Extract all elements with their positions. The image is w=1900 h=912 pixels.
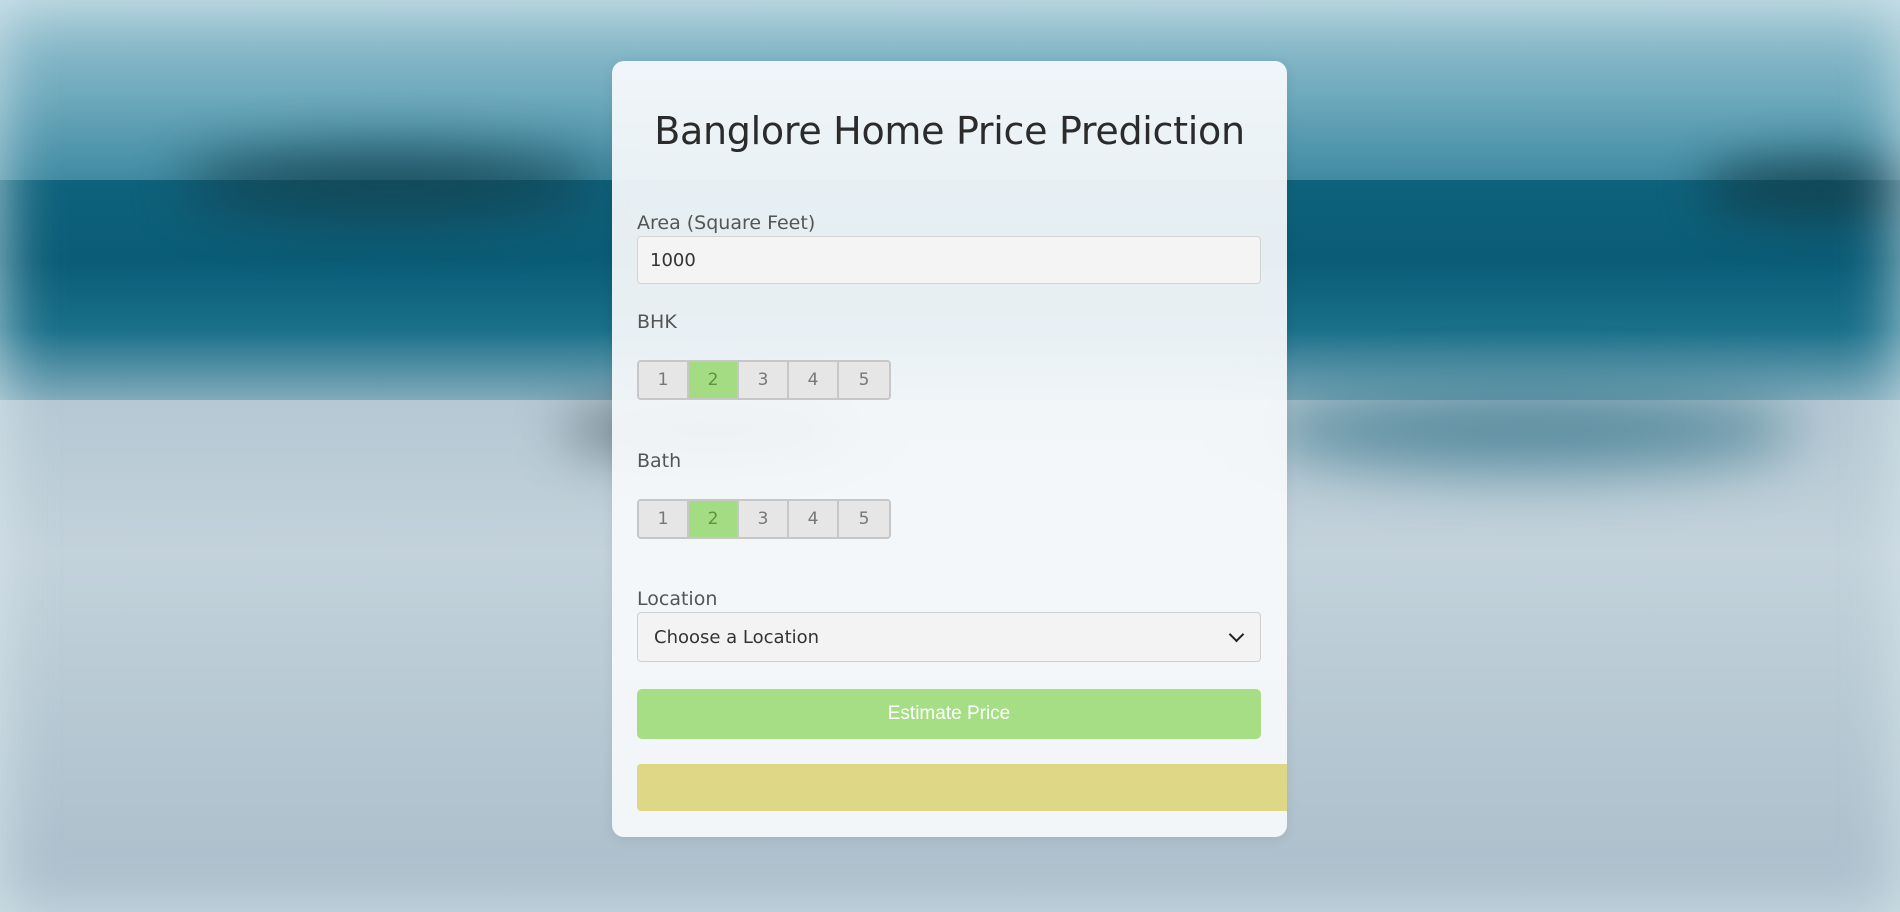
bath-option-3[interactable]: 3 <box>739 501 789 537</box>
bhk-option-5[interactable]: 5 <box>839 362 889 398</box>
bath-option-1[interactable]: 1 <box>639 501 689 537</box>
bhk-option-3[interactable]: 3 <box>739 362 789 398</box>
location-select[interactable]: Choose a Location <box>637 612 1261 662</box>
prediction-form-card: Banglore Home Price Prediction Area (Squ… <box>612 61 1287 837</box>
chevron-down-icon <box>1228 626 1245 643</box>
page-title: Banglore Home Price Prediction <box>654 109 1245 153</box>
bath-label: Bath <box>637 450 682 472</box>
bhk-switch-group: 1 2 3 4 5 <box>637 360 891 400</box>
bath-option-5[interactable]: 5 <box>839 501 889 537</box>
bhk-option-4[interactable]: 4 <box>789 362 839 398</box>
bhk-option-1[interactable]: 1 <box>639 362 689 398</box>
estimate-price-button[interactable]: Estimate Price <box>637 689 1261 739</box>
area-input[interactable]: 1000 <box>637 236 1261 284</box>
bath-option-2[interactable]: 2 <box>689 501 739 537</box>
bhk-label: BHK <box>637 311 677 333</box>
bath-option-4[interactable]: 4 <box>789 501 839 537</box>
location-selected-value: Choose a Location <box>654 626 820 648</box>
area-label: Area (Square Feet) <box>637 212 816 234</box>
bhk-option-2[interactable]: 2 <box>689 362 739 398</box>
estimated-price-result <box>637 764 1287 811</box>
location-label: Location <box>637 588 718 610</box>
bath-switch-group: 1 2 3 4 5 <box>637 499 891 539</box>
